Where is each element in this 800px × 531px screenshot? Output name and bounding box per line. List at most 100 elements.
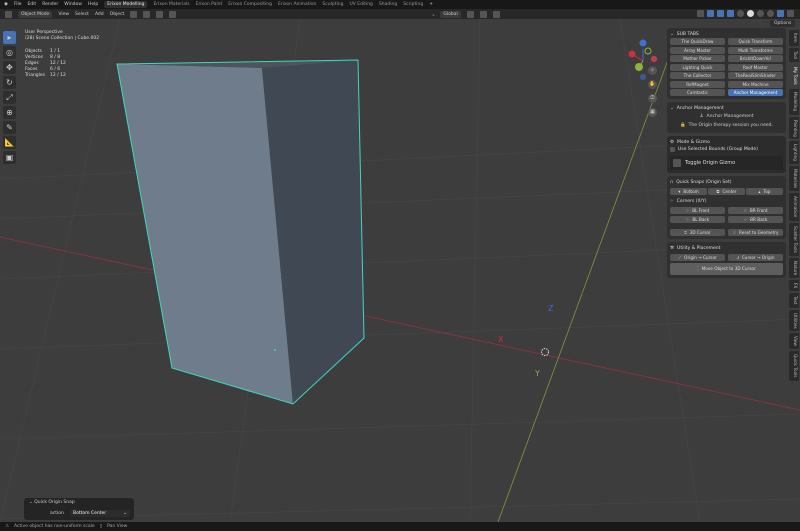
workspace-tab[interactable]: Shading xyxy=(379,2,397,7)
subtab-button[interactable]: BrickItDownYo! xyxy=(728,55,783,62)
sidebar-toggle-icon[interactable] xyxy=(777,10,784,17)
redo-header[interactable]: ⌄ Quick Origin Snap xyxy=(29,500,129,505)
subtab-button[interactable]: Mother Picker xyxy=(670,55,725,62)
workspace-tab[interactable]: Erixon Materials xyxy=(153,2,189,7)
perspective-grid-icon[interactable]: ▦ xyxy=(648,108,657,117)
menu-icon[interactable] xyxy=(169,10,177,18)
subtab-button[interactable]: The Collector xyxy=(670,72,725,79)
snap-center-button[interactable]: ⧉ Center xyxy=(708,188,745,195)
br-front-button[interactable]: ⁘ BR Front xyxy=(728,207,783,214)
subtab-button[interactable]: Multi Transforms xyxy=(728,46,783,54)
menu-view[interactable]: View xyxy=(58,12,69,17)
camera-icon[interactable]: ⎚ xyxy=(648,94,657,103)
sidebar-tab[interactable]: Item xyxy=(789,30,799,46)
section-header[interactable]: ⌄ Anchor Management xyxy=(670,105,783,112)
transform-icon[interactable] xyxy=(143,10,151,18)
blender-logo-icon[interactable]: ◉ xyxy=(4,2,8,7)
workspace-tab[interactable]: Erixon Paint xyxy=(196,2,223,7)
sidebar-tab[interactable]: Scatter Tools xyxy=(789,222,799,256)
menu-render[interactable]: Render xyxy=(42,2,58,7)
sidebar-tab[interactable]: Painting xyxy=(789,116,799,140)
orientation-dropdown[interactable]: Global xyxy=(440,10,461,18)
sidebar-tab[interactable]: Animation xyxy=(789,193,799,221)
sidebar-tab[interactable]: Lighting xyxy=(789,141,799,165)
transform-icon[interactable] xyxy=(130,10,138,18)
sidebar-tab[interactable]: Quick Tools xyxy=(789,351,799,381)
zoom-icon[interactable]: ⌕ xyxy=(648,66,657,75)
snap-bottom-button[interactable]: ▾ Bottom xyxy=(670,188,707,195)
measure-tool-icon[interactable]: 📐 xyxy=(3,136,16,149)
bl-front-button[interactable]: ⁘ BL Front xyxy=(670,207,725,214)
toggle-checkbox-icon[interactable] xyxy=(673,159,681,167)
menu-add[interactable]: Add xyxy=(95,12,104,17)
sidebar-tab[interactable]: FX xyxy=(789,279,799,292)
use-selected-bounds-checkbox[interactable]: Use Selected Bounds (Group Mode) xyxy=(670,146,783,153)
transform-icon[interactable] xyxy=(156,10,164,18)
shading-rendered-icon[interactable] xyxy=(767,10,774,17)
subtab-button[interactable]: Roof Master xyxy=(728,63,783,71)
workspace-tab[interactable]: Erixon Animation xyxy=(278,2,316,7)
gizmo-icon[interactable] xyxy=(707,10,714,17)
proportional-icon[interactable] xyxy=(492,10,500,18)
pivot-icon[interactable] xyxy=(466,10,474,18)
menu-select[interactable]: Select xyxy=(75,12,89,17)
visibility-icon[interactable] xyxy=(697,10,704,17)
subtab-button[interactable]: TheRealSlimShader xyxy=(728,72,783,79)
workspace-tab[interactable]: Erixon Modelling xyxy=(104,1,148,8)
section-header[interactable]: ⌄ SUB TABS xyxy=(670,31,783,38)
reset-to-geometry-button[interactable]: ⁙ Reset to Geometry xyxy=(728,228,783,236)
user-icon[interactable] xyxy=(787,10,794,17)
subtab-button[interactable]: Anchor Management xyxy=(728,89,783,96)
subtab-button[interactable]: Quick Transform xyxy=(728,38,783,45)
workspace-tab[interactable]: Sculpting xyxy=(322,2,343,7)
snap-icon[interactable] xyxy=(479,10,487,18)
workspace-tab[interactable]: Erixon Compositing xyxy=(228,2,272,7)
shading-wireframe-icon[interactable] xyxy=(737,10,744,17)
move-tool-icon[interactable]: ✥ xyxy=(3,61,16,74)
snap-top-button[interactable]: ▴ Top xyxy=(746,188,783,195)
annotate-tool-icon[interactable]: ✎ xyxy=(3,121,16,134)
sidebar-tab[interactable]: Utilities xyxy=(789,309,799,332)
toggle-origin-gizmo[interactable]: Toggle Origin Gizmo xyxy=(670,156,783,170)
sidebar-tab[interactable]: My Tools xyxy=(789,63,799,88)
shading-material-icon[interactable] xyxy=(757,10,764,17)
checkbox-icon[interactable] xyxy=(670,147,675,152)
sidebar-tab[interactable]: View xyxy=(789,333,799,350)
pan-hand-icon[interactable]: ✋ xyxy=(648,80,657,89)
cursor-to-origin-button[interactable]: ⅃ Cursor → Origin xyxy=(728,253,783,261)
subtab-button[interactable]: RefMagnet xyxy=(670,80,725,88)
subtab-button[interactable]: Camtastic xyxy=(670,89,725,96)
scale-tool-icon[interactable]: ⤢ xyxy=(3,91,16,104)
cursor-tool-icon[interactable]: ◎ xyxy=(3,46,16,59)
action-dropdown[interactable]: Bottom Center ⌄ xyxy=(70,510,130,517)
options-dropdown[interactable]: Options xyxy=(770,20,796,27)
select-tool-icon[interactable]: ▸ xyxy=(3,31,16,44)
menu-window[interactable]: Window xyxy=(64,2,82,7)
workspace-tab[interactable]: Scripting xyxy=(403,2,423,7)
subtab-button[interactable]: The QuickDraw xyxy=(670,38,725,45)
3d-cursor-button[interactable]: ⌗ 3D Cursor xyxy=(670,228,725,236)
sidebar-tab[interactable]: Materials xyxy=(789,166,799,192)
subtab-button[interactable]: Mix Machine xyxy=(728,80,783,88)
xray-icon[interactable] xyxy=(727,10,734,17)
menu-file[interactable]: File xyxy=(14,2,22,7)
sidebar-tab[interactable]: Tool xyxy=(789,47,799,62)
sidebar-tab[interactable]: Modeling xyxy=(789,89,799,115)
shading-solid-icon[interactable] xyxy=(747,10,754,17)
workspace-tab[interactable]: UV Editing xyxy=(349,2,372,7)
br-back-button[interactable]: ⁘ BR Back xyxy=(728,215,783,223)
editor-type-icon[interactable] xyxy=(5,10,12,18)
menu-object[interactable]: Object xyxy=(110,12,125,17)
subtab-button[interactable]: Lighting Quick xyxy=(670,63,725,71)
sidebar-tab[interactable]: Text xyxy=(789,293,799,308)
overlay-icon[interactable] xyxy=(717,10,724,17)
mode-dropdown[interactable]: Object Mode xyxy=(18,10,53,18)
menu-help[interactable]: Help xyxy=(88,2,98,7)
sidebar-tab[interactable]: Nature xyxy=(789,257,799,278)
add-workspace-button[interactable]: + xyxy=(429,2,433,7)
transform-tool-icon[interactable]: ⊕ xyxy=(3,106,16,119)
bl-back-button[interactable]: ⁘ BL Back xyxy=(670,215,725,223)
menu-edit[interactable]: Edit xyxy=(27,2,36,7)
add-cube-tool-icon[interactable]: ▣ xyxy=(3,151,16,164)
rotate-tool-icon[interactable]: ↻ xyxy=(3,76,16,89)
